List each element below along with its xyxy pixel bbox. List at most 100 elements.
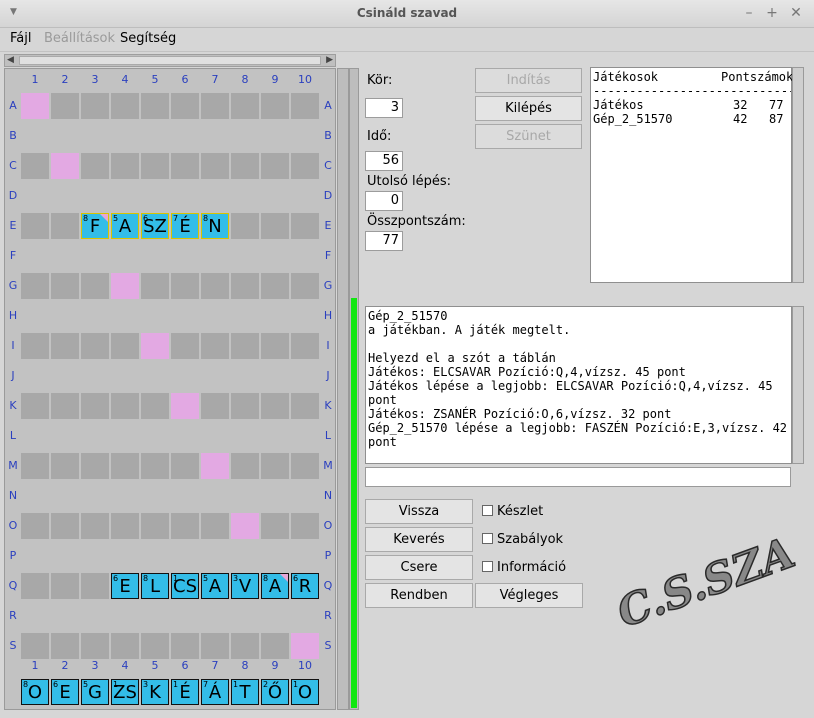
players-scrollbar[interactable] (792, 67, 804, 283)
board-cell[interactable] (21, 333, 49, 359)
bonus-cell[interactable] (111, 273, 139, 299)
board-cell[interactable] (21, 393, 49, 419)
board-cell[interactable] (201, 333, 229, 359)
board-cell[interactable] (201, 273, 229, 299)
board-vertical-scrollbar[interactable] (337, 68, 349, 710)
board-cell[interactable] (81, 273, 109, 299)
board-cell[interactable] (111, 93, 139, 119)
board-cell[interactable] (261, 513, 289, 539)
close-icon[interactable]: ✕ (787, 5, 805, 21)
board-cell[interactable] (171, 513, 199, 539)
board-cell[interactable] (171, 453, 199, 479)
final-button[interactable]: Végleges (475, 583, 583, 608)
board-cell[interactable] (171, 633, 199, 659)
board-cell[interactable] (111, 153, 139, 179)
letter-tile[interactable]: E6 (111, 573, 139, 599)
board-cell[interactable] (21, 153, 49, 179)
board-cell[interactable] (21, 573, 49, 599)
board-cell[interactable] (111, 393, 139, 419)
board-cell[interactable] (21, 213, 49, 239)
rack-tile[interactable]: O1 (291, 679, 319, 705)
rack-tile[interactable]: K3 (141, 679, 169, 705)
board-cell[interactable] (261, 213, 289, 239)
board-cell[interactable] (171, 333, 199, 359)
board-cell[interactable] (291, 513, 319, 539)
board-cell[interactable] (201, 93, 229, 119)
board-cell[interactable] (51, 573, 79, 599)
bonus-cell[interactable] (291, 633, 319, 659)
board-cell[interactable] (261, 453, 289, 479)
board-cell[interactable] (261, 153, 289, 179)
board-cell[interactable] (291, 273, 319, 299)
board-cell[interactable] (201, 513, 229, 539)
rack-tile[interactable]: ZS 1 (111, 679, 139, 705)
board-cell[interactable] (141, 273, 169, 299)
board-cell[interactable] (51, 333, 79, 359)
board-cell[interactable] (141, 453, 169, 479)
board-cell[interactable] (21, 273, 49, 299)
letter-tile[interactable]: N8 (201, 213, 229, 239)
board-cell[interactable] (201, 393, 229, 419)
shuffle-button[interactable]: Keverés (365, 527, 473, 552)
scroll-left-icon[interactable]: ◀ (7, 55, 14, 65)
board-cell[interactable] (81, 453, 109, 479)
stock-checkbox[interactable]: Készlet (482, 504, 543, 519)
board-cell[interactable] (141, 153, 169, 179)
board-cell[interactable] (51, 273, 79, 299)
maximize-icon[interactable]: + (763, 5, 781, 21)
board-cell[interactable] (111, 513, 139, 539)
minimize-icon[interactable]: – (740, 5, 758, 21)
command-input[interactable] (365, 467, 791, 487)
board-cell[interactable] (21, 633, 49, 659)
menu-help[interactable]: Segítség (120, 31, 176, 46)
board-cell[interactable] (291, 333, 319, 359)
ok-button[interactable]: Rendben (365, 583, 473, 608)
scroll-right-icon[interactable]: ▶ (326, 55, 333, 65)
board-cell[interactable] (261, 93, 289, 119)
board-cell[interactable] (81, 633, 109, 659)
info-checkbox[interactable]: Információ (482, 560, 566, 575)
board-cell[interactable] (291, 393, 319, 419)
checkbox-icon[interactable] (482, 533, 493, 544)
board-cell[interactable] (231, 333, 259, 359)
swap-button[interactable]: Csere (365, 555, 473, 580)
board-cell[interactable] (51, 633, 79, 659)
board-cell[interactable] (171, 273, 199, 299)
board-cell[interactable] (201, 153, 229, 179)
game-board[interactable]: 1 1 2 2 3 3 4 4 5 5 6 6 7 7 8 8 9 9 10 10 A A B B C C D D E E F F G G H H I I… (4, 68, 336, 710)
letter-tile[interactable]: R6 (291, 573, 319, 599)
board-cell[interactable] (261, 393, 289, 419)
board-cell[interactable] (141, 93, 169, 119)
board-cell[interactable] (51, 513, 79, 539)
board-cell[interactable] (231, 93, 259, 119)
board-cell[interactable] (231, 273, 259, 299)
letter-tile[interactable]: L8 (141, 573, 169, 599)
board-horizontal-scrollbar[interactable]: ◀ ▶ (4, 54, 336, 67)
rack-tile[interactable]: É1 (171, 679, 199, 705)
board-cell[interactable] (81, 573, 109, 599)
bonus-cell[interactable] (171, 393, 199, 419)
board-cell[interactable] (171, 153, 199, 179)
board-cell[interactable] (171, 93, 199, 119)
board-cell[interactable] (291, 153, 319, 179)
back-button[interactable]: Vissza (365, 499, 473, 524)
board-cell[interactable] (81, 93, 109, 119)
board-cell[interactable] (261, 633, 289, 659)
board-cell[interactable] (51, 93, 79, 119)
board-cell[interactable] (81, 513, 109, 539)
board-cell[interactable] (81, 153, 109, 179)
board-cell[interactable] (231, 453, 259, 479)
letter-tile[interactable]: A5 (201, 573, 229, 599)
bonus-cell[interactable] (201, 453, 229, 479)
board-cell[interactable] (141, 513, 169, 539)
letter-tile[interactable]: A5 (111, 213, 139, 239)
board-cell[interactable] (201, 633, 229, 659)
board-cell[interactable] (51, 393, 79, 419)
start-button[interactable]: Indítás (475, 68, 582, 93)
rack-tile[interactable]: E6 (51, 679, 79, 705)
letter-tile[interactable]: F8 (81, 213, 109, 239)
rack-tile[interactable]: O8 (21, 679, 49, 705)
board-cell[interactable] (261, 273, 289, 299)
board-cell[interactable] (51, 213, 79, 239)
letter-tile[interactable]: V3 (231, 573, 259, 599)
